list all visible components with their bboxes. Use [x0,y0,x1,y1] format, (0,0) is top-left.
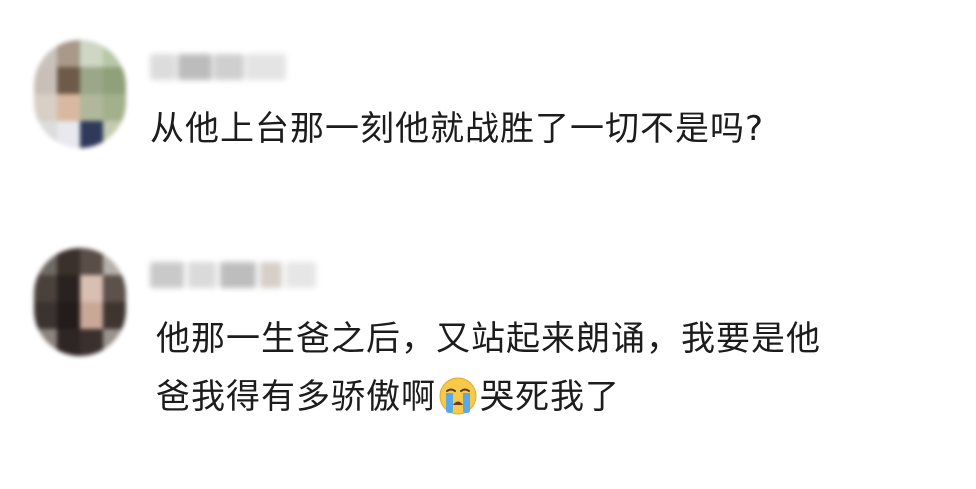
comment-text: 从他上台那一刻他就战胜了一切不是吗? [150,100,764,158]
comment-text-line: 他那一生爸之后，又站起来朗诵，我要是他 [156,319,821,359]
avatar[interactable] [34,40,126,148]
comment-text-line: 爸我得有多骄傲啊 哭死我了 [156,368,821,426]
comment-text-segment: 哭死我了 [480,377,620,417]
comment-text-segment: 爸我得有多骄傲啊 [156,377,436,417]
avatar[interactable] [34,248,126,356]
comment-text: 他那一生爸之后，又站起来朗诵，我要是他 爸我得有多骄傲啊 哭死我了 [156,310,821,426]
username-blurred[interactable] [150,54,290,80]
username-blurred[interactable] [150,262,320,288]
comment-text-line: 从他上台那一刻他就战胜了一切不是吗? [150,109,765,149]
loudly-crying-face-icon [438,376,478,416]
